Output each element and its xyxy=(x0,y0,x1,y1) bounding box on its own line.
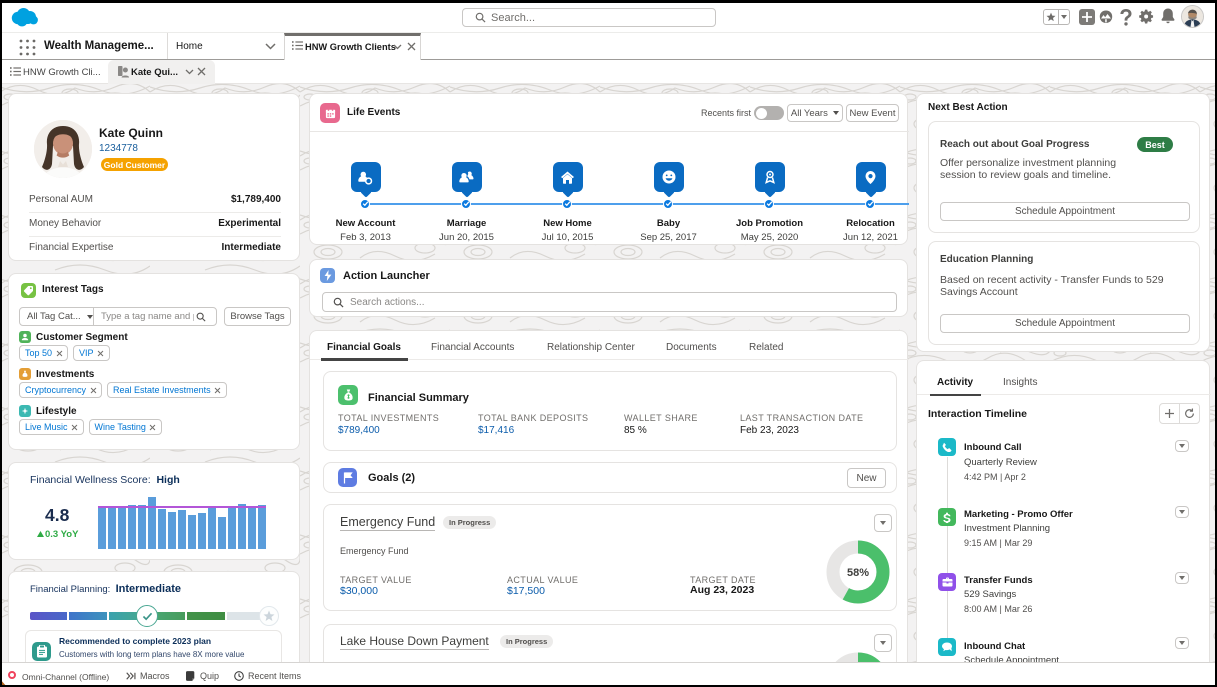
svg-text:58%: 58% xyxy=(847,567,869,579)
